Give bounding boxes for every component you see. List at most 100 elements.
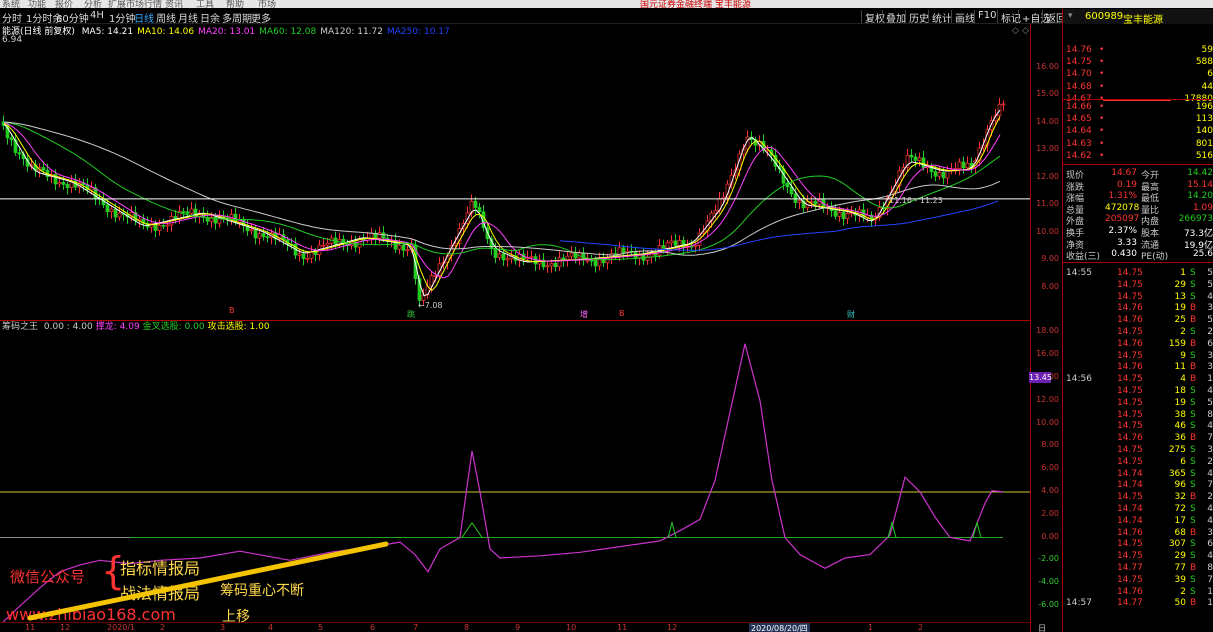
candle-body — [61, 182, 66, 185]
menu-item-3[interactable]: 分析 — [84, 0, 102, 8]
period-tab-9[interactable]: 多周期 — [222, 10, 252, 25]
menu-item-8[interactable]: 市场 — [258, 0, 276, 8]
candle-body — [937, 172, 942, 177]
bid-dot: • — [1099, 114, 1105, 125]
period-tab-0[interactable]: 分时 — [2, 10, 22, 25]
tick-side: S — [1190, 409, 1196, 420]
settings-icon[interactable]: ◇ — [1012, 26, 1019, 36]
period-tab-3[interactable]: 4H — [90, 10, 104, 21]
toolbar-button-4[interactable]: 画线 — [951, 10, 975, 25]
candle-body — [185, 211, 190, 214]
date-label: 12 — [667, 623, 678, 632]
candle-body — [41, 167, 46, 171]
ask-row[interactable]: 14.76 • 59 — [1063, 45, 1213, 57]
candle-body — [265, 236, 270, 238]
menu-item-5[interactable]: 资讯 — [165, 0, 183, 8]
bid-volume: 196 — [1195, 102, 1213, 112]
tick-price: 14.74 — [1117, 480, 1143, 491]
tick-price: 14.76 — [1117, 433, 1143, 444]
tick-count: 2 — [1207, 327, 1213, 337]
tick-count: 4 — [1207, 468, 1213, 479]
candle-body — [813, 200, 818, 205]
dropdown-icon[interactable]: ▾ — [1068, 11, 1073, 21]
menu-item-7[interactable]: 帮助 — [226, 0, 244, 8]
ask-dot: • — [1099, 81, 1105, 92]
tick-price: 14.75 — [1117, 409, 1143, 420]
price-axis-label: 10.00 — [1036, 226, 1059, 236]
bid-row[interactable]: 14.64 • 140 — [1063, 126, 1213, 138]
candle-body — [833, 210, 838, 217]
tick-row: 14.76 159 B 6 — [1063, 339, 1213, 350]
period-tab-10[interactable]: 更多 — [251, 10, 271, 25]
ask-row[interactable]: 14.70 • 6 — [1063, 69, 1213, 81]
candle-body — [253, 229, 258, 239]
tick-volume: 307 — [1168, 539, 1186, 550]
ma-legend-item: MA250: 10.17 — [386, 27, 450, 37]
toolbar-button-2[interactable]: 历史 — [905, 10, 929, 25]
quote-value: 0.430 — [1111, 249, 1137, 260]
candle-body — [257, 233, 262, 239]
menu-item-1[interactable]: 功能 — [28, 0, 46, 8]
price-chart[interactable] — [0, 45, 1030, 317]
ask-row[interactable]: 14.68 • 44 — [1063, 82, 1213, 94]
candle-body — [309, 251, 314, 259]
ask-dot: • — [1099, 69, 1105, 80]
period-tab-7[interactable]: 月线 — [178, 10, 198, 25]
menu-item-4[interactable]: 扩展市场行情 — [108, 0, 162, 8]
bid-volume: 516 — [1195, 150, 1213, 161]
period-tab-8[interactable]: 日余 — [200, 10, 220, 25]
candle-body — [161, 225, 166, 227]
price-axis-label: 11.00 — [1036, 199, 1059, 209]
close-icon[interactable]: ◇ — [1022, 26, 1029, 36]
bid-price: 14.62 — [1066, 150, 1092, 161]
tick-row: 14.75 9 S 3 — [1063, 351, 1213, 362]
candle-body — [181, 211, 186, 213]
quote-value: 1.31% — [1108, 191, 1137, 202]
quote-value: 3.33 — [1116, 237, 1137, 248]
menu-item-6[interactable]: 工具 — [196, 0, 214, 8]
period-tab-2[interactable]: 60分钟 — [56, 10, 89, 25]
tick-volume: 13 — [1174, 291, 1186, 302]
bid-row[interactable]: 14.65 • 113 — [1063, 114, 1213, 126]
tick-volume: 19 — [1174, 303, 1186, 314]
bid-row[interactable]: 14.62 • 516 — [1063, 151, 1213, 163]
tick-row: 14.75 46 S 4 — [1063, 421, 1213, 432]
quote-row: 总量 472078 量比 1.09 — [1063, 203, 1213, 216]
indicator-axis-label: 18.00 — [1036, 326, 1059, 336]
toolbar-button-5[interactable]: F10 — [974, 10, 996, 23]
tick-volume: 2 — [1180, 327, 1186, 337]
menu-item-2[interactable]: 报价 — [55, 0, 73, 8]
top-value: 6.94 — [2, 35, 23, 45]
tick-row: 14:55 14.75 1 S 5 — [1063, 268, 1213, 279]
menu-item-0[interactable]: 系统 — [2, 0, 20, 8]
date-label: 12 — [60, 623, 71, 632]
tick-volume: 11 — [1174, 362, 1186, 373]
toolbar-button-1[interactable]: 叠加 — [882, 10, 906, 25]
tick-count: 4 — [1207, 551, 1213, 562]
tick-volume: 46 — [1174, 421, 1186, 432]
bid-row[interactable]: 14.63 • 801 — [1063, 139, 1213, 151]
tick-row: 14.74 17 S 4 — [1063, 516, 1213, 527]
period-tab-6[interactable]: 周线 — [156, 10, 176, 25]
price-axis-label: 14.00 — [1036, 116, 1059, 126]
tick-side: S — [1190, 386, 1196, 396]
ask-price: 14.76 — [1066, 45, 1092, 55]
bid-row[interactable]: 14.66 • 196 — [1063, 102, 1213, 114]
period-tab-4[interactable]: 1分钟 — [109, 10, 135, 25]
tick-price: 14.77 — [1117, 563, 1143, 573]
candle-body — [585, 259, 590, 262]
indicator-axis-label: 2.00 — [1041, 508, 1059, 518]
candle-body — [189, 208, 194, 214]
tick-count: 8 — [1207, 563, 1213, 573]
bid-volume: 801 — [1195, 138, 1213, 149]
candle-body — [165, 224, 170, 227]
tick-side: S — [1190, 504, 1196, 514]
toolbar-button-3[interactable]: 统计 — [928, 10, 952, 25]
tick-volume: 2 — [1180, 586, 1186, 597]
period-tab-5[interactable]: 日线 — [134, 10, 154, 25]
tick-volume: 17 — [1174, 515, 1186, 526]
ask-row[interactable]: 14.75 • 588 — [1063, 57, 1213, 69]
tick-count: 4 — [1207, 515, 1213, 526]
tick-price: 14.76 — [1117, 362, 1143, 373]
candle-body — [117, 212, 122, 218]
